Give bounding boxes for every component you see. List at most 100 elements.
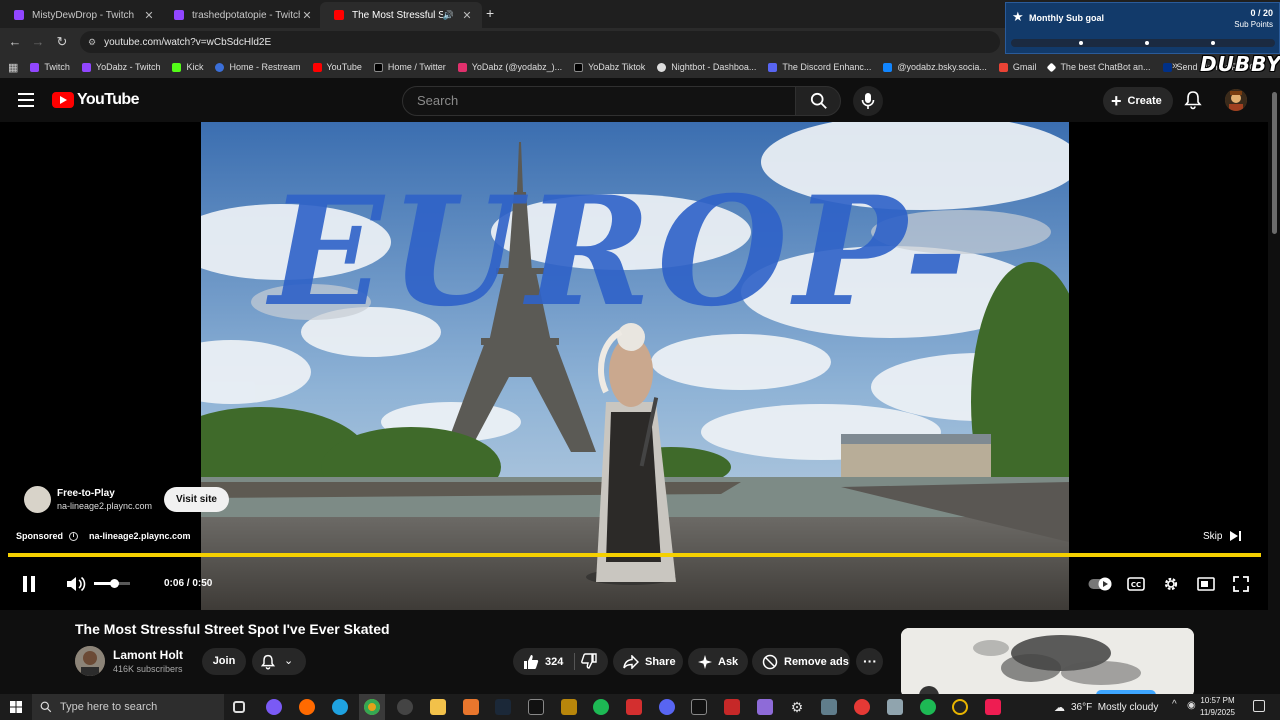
sidebar-ad-thumbnail[interactable] xyxy=(901,628,1194,698)
scrollbar-thumb[interactable] xyxy=(1272,92,1277,234)
page-scrollbar[interactable] xyxy=(1270,84,1278,694)
ask-button[interactable]: Ask xyxy=(688,648,748,675)
channel-name[interactable]: Lamont Holt xyxy=(113,648,183,662)
gear-icon[interactable]: ⚙ xyxy=(789,699,805,715)
bookmark-item[interactable]: The best ChatBot an... xyxy=(1046,62,1151,72)
bookmark-item[interactable]: YoDabz Tiktok xyxy=(574,62,645,72)
settings-button[interactable] xyxy=(1159,567,1183,601)
subscription-bell-button[interactable]: ⌄ xyxy=(252,648,306,675)
bookmark-item[interactable]: Home / Twitter xyxy=(373,62,446,72)
youtube-masthead: YouTube Search + Create xyxy=(0,78,1280,122)
bookmark-item[interactable]: Gmail xyxy=(998,62,1036,72)
more-bookmarks-icon[interactable]: » xyxy=(1172,60,1178,72)
tab-trashedpotatopie[interactable]: trashedpotatopie - Twitch ✕ xyxy=(160,2,322,28)
join-button[interactable]: Join xyxy=(202,648,246,675)
app-icon[interactable] xyxy=(757,699,773,715)
tiktok-icon[interactable] xyxy=(691,699,707,715)
like-button[interactable]: 324 xyxy=(523,654,563,670)
theater-mode-button[interactable] xyxy=(1194,567,1218,601)
bookmark-item[interactable]: Home - Restream xyxy=(215,62,301,72)
app-icon[interactable] xyxy=(952,699,968,715)
obs-icon[interactable] xyxy=(397,699,413,715)
mute-button[interactable] xyxy=(64,567,88,601)
bookmark-item[interactable]: @yodabz.bsky.socia... xyxy=(883,62,987,72)
discord-icon[interactable] xyxy=(659,699,675,715)
chrome-icon[interactable] xyxy=(364,699,380,715)
search-button[interactable] xyxy=(795,86,841,116)
tab-youtube-video[interactable]: The Most Stressful Street Sp 🔊 ✕ xyxy=(320,2,482,28)
task-view-icon[interactable] xyxy=(233,701,245,713)
reload-icon[interactable]: ↻ xyxy=(54,34,70,50)
clock-date: 11/9/2025 xyxy=(1200,708,1235,717)
create-button[interactable]: + Create xyxy=(1103,87,1173,115)
speaker-icon[interactable]: 🔊 xyxy=(443,10,454,21)
app-icon[interactable] xyxy=(626,699,642,715)
sponsored-domain[interactable]: na-lineage2.plaync.com xyxy=(89,531,191,541)
info-icon[interactable]: i xyxy=(69,531,79,541)
tiktok-live-icon[interactable] xyxy=(985,699,1001,715)
apps-icon[interactable]: ▦ xyxy=(8,61,18,74)
bookmark-item[interactable]: YoDabz - Twitch xyxy=(81,62,160,72)
app-icon[interactable] xyxy=(854,699,870,715)
tray-record-icon[interactable]: ◉ xyxy=(1187,700,1196,711)
voice-search-button[interactable] xyxy=(853,86,883,116)
site-info-icon[interactable]: ⚙ xyxy=(88,37,96,48)
more-actions-button[interactable]: ··· xyxy=(856,648,883,675)
taskbar-search-input[interactable]: Type here to search xyxy=(32,694,224,720)
youtube-logo[interactable]: YouTube xyxy=(52,91,139,109)
app-icon[interactable] xyxy=(561,699,577,715)
notifications-bell-icon[interactable] xyxy=(1183,90,1203,110)
ad-brand[interactable]: Free-to-Play na-lineage2.plaync.com xyxy=(24,486,152,513)
app-icon[interactable] xyxy=(724,699,740,715)
new-tab-button[interactable]: + xyxy=(486,5,494,21)
autoplay-toggle[interactable] xyxy=(1088,567,1112,601)
close-icon[interactable]: ✕ xyxy=(142,9,156,22)
close-icon[interactable]: ✕ xyxy=(300,9,314,22)
file-explorer-icon[interactable] xyxy=(430,699,446,715)
bookmark-item[interactable]: Twitch xyxy=(30,62,70,72)
fullscreen-button[interactable] xyxy=(1229,567,1253,601)
app-icon[interactable] xyxy=(463,699,479,715)
system-clock[interactable]: 10:57 PM 11/9/2025 xyxy=(1200,695,1235,719)
pause-button[interactable] xyxy=(16,567,42,601)
ad-progress-bar[interactable] xyxy=(8,553,1261,557)
copilot-icon[interactable] xyxy=(266,699,282,715)
bookmark-item[interactable]: Nightbot - Dashboa... xyxy=(657,62,756,72)
forward-icon[interactable]: → xyxy=(30,34,46,49)
search-input[interactable]: Search xyxy=(402,86,796,116)
close-icon[interactable]: ✕ xyxy=(460,9,474,22)
nightbot-icon xyxy=(657,62,667,72)
app-icon[interactable] xyxy=(920,699,936,715)
video-player[interactable]: EUROP- Free-to-Play na-lineage2.plaync.c… xyxy=(0,122,1268,610)
spotify-icon[interactable] xyxy=(593,699,609,715)
remove-ads-button[interactable]: Remove ads xyxy=(752,648,850,675)
steam-icon[interactable] xyxy=(495,699,511,715)
bookmark-item[interactable]: YoDabz (@yodabz_)... xyxy=(457,62,562,72)
channel-avatar[interactable] xyxy=(75,646,105,676)
tab-mistydewdrop[interactable]: MistyDewDrop - Twitch ✕ xyxy=(0,2,164,28)
epic-games-icon[interactable] xyxy=(528,699,544,715)
notification-center-icon[interactable] xyxy=(1253,700,1265,712)
app-icon[interactable] xyxy=(821,699,837,715)
url-field[interactable]: ⚙ youtube.com/watch?v=wCbSdcHld2E xyxy=(80,31,1000,53)
visit-site-button[interactable]: Visit site xyxy=(164,487,229,512)
back-icon[interactable]: ← xyxy=(7,34,23,49)
app-icon[interactable] xyxy=(887,699,903,715)
video-frame[interactable]: EUROP- xyxy=(201,122,1069,610)
bookmark-item[interactable]: YouTube xyxy=(312,62,362,72)
skip-ad-button[interactable]: Skip xyxy=(1196,524,1252,548)
captions-button[interactable]: CC xyxy=(1124,567,1148,601)
edge-icon[interactable] xyxy=(332,699,348,715)
bookmark-item[interactable]: Kick xyxy=(172,62,203,72)
dislike-button[interactable] xyxy=(581,653,603,672)
bookmark-item[interactable]: The Discord Enhanc... xyxy=(768,62,871,72)
firefox-icon[interactable] xyxy=(299,699,315,715)
share-button[interactable]: Share xyxy=(613,648,683,675)
windows-start-icon[interactable] xyxy=(10,701,22,713)
account-avatar[interactable] xyxy=(1225,89,1247,111)
volume-knob[interactable] xyxy=(109,579,119,588)
menu-icon[interactable] xyxy=(18,93,34,107)
volume-slider[interactable] xyxy=(94,579,130,588)
weather-widget[interactable]: ☁ 36°F Mostly cloudy xyxy=(1054,701,1158,714)
tray-chevron-icon[interactable]: ^ xyxy=(1172,699,1177,710)
